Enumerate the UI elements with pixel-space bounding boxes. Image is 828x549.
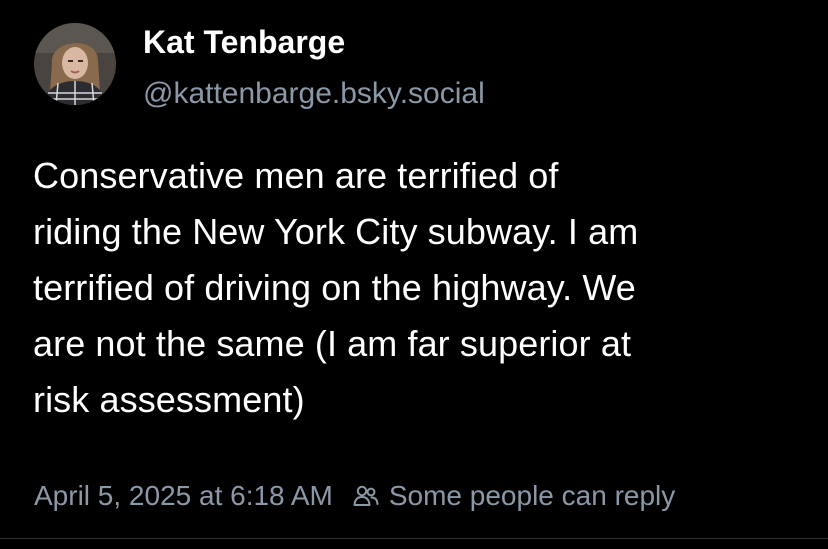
post-timestamp[interactable]: April 5, 2025 at 6:18 AM: [34, 480, 333, 512]
people-icon: [353, 483, 379, 509]
post-text-line: terrified of driving on the highway. We: [33, 267, 636, 308]
post-text-line: Conservative men are terrified of: [33, 155, 559, 196]
divider: [0, 538, 828, 539]
post-meta: April 5, 2025 at 6:18 AM Some people can…: [34, 476, 675, 516]
post-text-line: are not the same (I am far superior at: [33, 323, 632, 364]
profile-photo-icon: [34, 23, 116, 105]
reply-setting-label[interactable]: Some people can reply: [389, 480, 675, 512]
post-text-line: risk assessment): [33, 379, 305, 420]
author-handle[interactable]: @kattenbarge.bsky.social: [143, 74, 485, 114]
author-display-name[interactable]: Kat Tenbarge: [143, 22, 345, 62]
post-text: Conservative men are terrified of riding…: [33, 148, 813, 428]
post-card: Kat Tenbarge @kattenbarge.bsky.social Co…: [0, 0, 828, 549]
avatar[interactable]: [34, 23, 116, 105]
post-text-line: riding the New York City subway. I am: [33, 211, 639, 252]
